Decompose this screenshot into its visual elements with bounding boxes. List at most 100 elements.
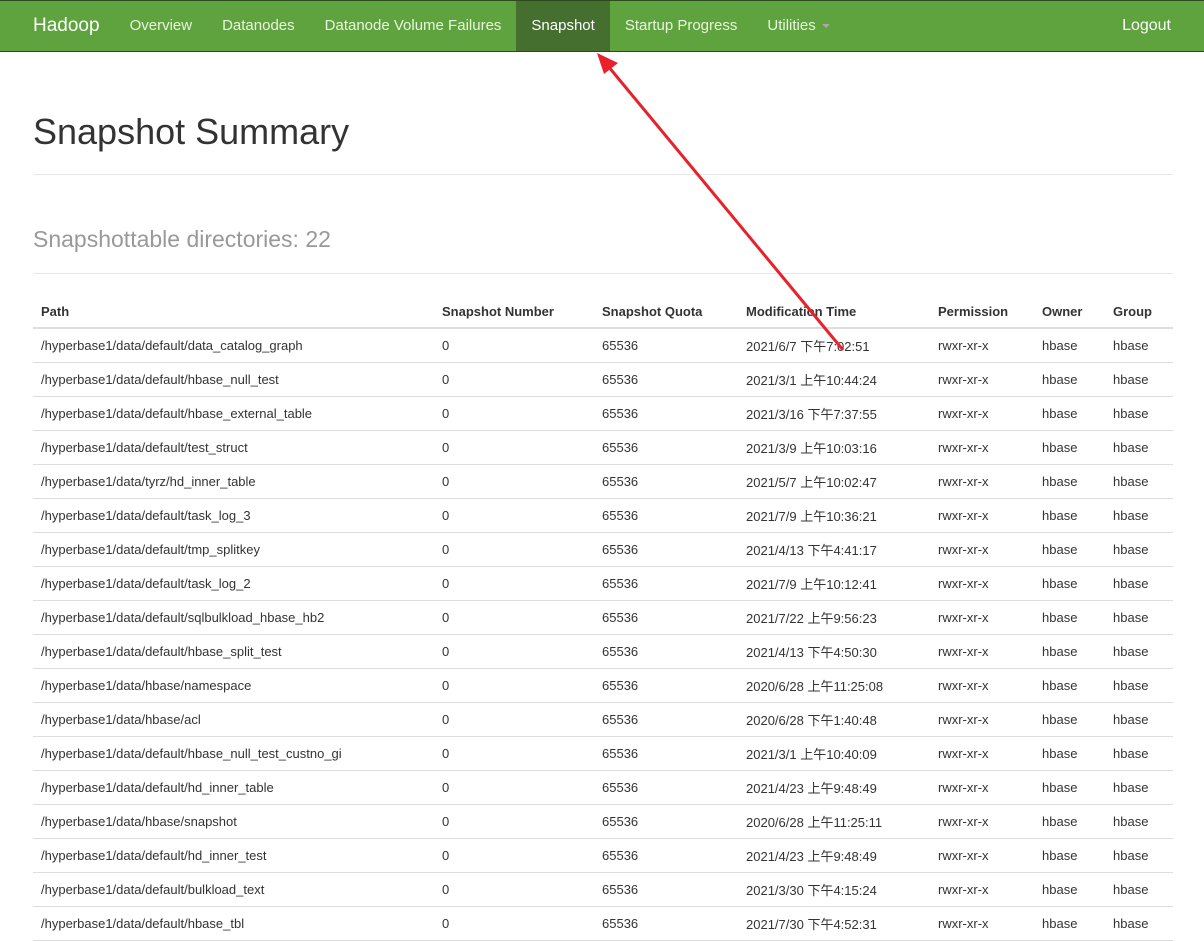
cell-group: hbase [1105, 906, 1173, 941]
cell-modification-time: 2021/4/13 下午4:50:30 [738, 634, 930, 669]
cell-snapshot-number: 0 [434, 532, 594, 567]
cell-path: /hyperbase1/data/hbase/acl [33, 702, 434, 737]
cell-owner: hbase [1034, 736, 1105, 771]
cell-owner: hbase [1034, 566, 1105, 601]
header-snapshot-quota: Snapshot Quota [594, 296, 738, 329]
cell-path: /hyperbase1/data/default/task_log_2 [33, 566, 434, 601]
page-title: Snapshot Summary [33, 111, 350, 152]
cell-snapshot-number: 0 [434, 566, 594, 601]
nav-datanode-volume-failures[interactable]: Datanode Volume Failures [310, 1, 517, 51]
cell-snapshot-quota: 65536 [594, 566, 738, 601]
cell-group: hbase [1105, 498, 1173, 533]
cell-owner: hbase [1034, 906, 1105, 941]
cell-group: hbase [1105, 770, 1173, 805]
cell-owner: hbase [1034, 362, 1105, 397]
cell-group: hbase [1105, 600, 1173, 635]
nav-overview[interactable]: Overview [115, 1, 208, 51]
cell-snapshot-quota: 65536 [594, 702, 738, 737]
cell-snapshot-number: 0 [434, 396, 594, 431]
cell-modification-time: 2021/3/16 下午7:37:55 [738, 396, 930, 431]
cell-snapshot-number: 0 [434, 464, 594, 499]
cell-permission: rwxr-xr-x [930, 600, 1034, 635]
header-permission: Permission [930, 296, 1034, 329]
cell-snapshot-number: 0 [434, 906, 594, 941]
cell-modification-time: 2021/4/23 上午9:48:49 [738, 838, 930, 873]
cell-snapshot-number: 0 [434, 702, 594, 737]
cell-snapshot-quota: 65536 [594, 736, 738, 771]
nav-utilities-dropdown[interactable]: Utilities [752, 1, 844, 51]
cell-path: /hyperbase1/data/default/task_log_3 [33, 498, 434, 533]
nav-snapshot[interactable]: Snapshot [516, 1, 610, 51]
cell-permission: rwxr-xr-x [930, 634, 1034, 669]
header-snapshot-number: Snapshot Number [434, 296, 594, 329]
cell-snapshot-quota: 65536 [594, 396, 738, 431]
cell-path: /hyperbase1/data/default/hd_inner_table [33, 770, 434, 805]
cell-permission: rwxr-xr-x [930, 464, 1034, 499]
table-row: /hyperbase1/data/default/data_catalog_gr… [33, 328, 1173, 363]
cell-modification-time: 2021/4/13 下午4:41:17 [738, 532, 930, 567]
cell-owner: hbase [1034, 770, 1105, 805]
table-row: /hyperbase1/data/tyrz/hd_inner_table 0 655… [33, 464, 1173, 499]
cell-modification-time: 2020/6/28 下午1:40:48 [738, 702, 930, 737]
cell-permission: rwxr-xr-x [930, 498, 1034, 533]
cell-modification-time: 2020/6/28 上午11:25:11 [738, 804, 930, 839]
cell-modification-time: 2021/3/9 上午10:03:16 [738, 430, 930, 465]
cell-owner: hbase [1034, 668, 1105, 703]
header-group: Group [1105, 296, 1173, 329]
cell-snapshot-quota: 65536 [594, 430, 738, 465]
cell-snapshot-quota: 65536 [594, 362, 738, 397]
nav-datanodes[interactable]: Datanodes [207, 1, 310, 51]
cell-modification-time: 2021/3/1 上午10:40:09 [738, 736, 930, 771]
cell-path: /hyperbase1/data/default/bulkload_text [33, 872, 434, 907]
cell-path: /hyperbase1/data/default/hbase_null_test… [33, 736, 434, 771]
cell-permission: rwxr-xr-x [930, 804, 1034, 839]
brand-logo[interactable]: Hadoop [0, 1, 115, 51]
table-row: /hyperbase1/data/default/bulkload_text 0 6… [33, 872, 1173, 907]
table-row: /hyperbase1/data/hbase/snapshot 0 65536 202… [33, 804, 1173, 839]
cell-modification-time: 2021/4/23 上午9:48:49 [738, 770, 930, 805]
cell-snapshot-number: 0 [434, 634, 594, 669]
cell-path: /hyperbase1/data/default/test_struct [33, 430, 434, 465]
cell-owner: hbase [1034, 838, 1105, 873]
cell-modification-time: 2021/3/1 上午10:44:24 [738, 362, 930, 397]
cell-snapshot-quota: 65536 [594, 498, 738, 533]
cell-snapshot-number: 0 [434, 668, 594, 703]
cell-path: /hyperbase1/data/hbase/namespace [33, 668, 434, 703]
table-row: /hyperbase1/data/default/tmp_splitkey 0 65… [33, 532, 1173, 567]
cell-snapshot-number: 0 [434, 770, 594, 805]
nav-startup-progress[interactable]: Startup Progress [610, 1, 753, 51]
snapshottable-count: Snapshottable directories: 22 [33, 226, 331, 252]
cell-modification-time: 2021/7/22 上午9:56:23 [738, 600, 930, 635]
cell-group: hbase [1105, 566, 1173, 601]
cell-modification-time: 2021/3/30 下午4:15:24 [738, 872, 930, 907]
table-row: /hyperbase1/data/hbase/acl 0 65536 2020/6/2… [33, 702, 1173, 737]
cell-group: hbase [1105, 532, 1173, 567]
cell-snapshot-quota: 65536 [594, 804, 738, 839]
table-row: /hyperbase1/data/default/test_struct 0 655… [33, 430, 1173, 465]
cell-snapshot-number: 0 [434, 328, 594, 363]
cell-snapshot-quota: 65536 [594, 838, 738, 873]
cell-path: /hyperbase1/data/default/hbase_external_… [33, 396, 434, 431]
cell-group: hbase [1105, 396, 1173, 431]
table-row: /hyperbase1/data/default/hd_inner_table 0… [33, 770, 1173, 805]
top-navbar: Hadoop Overview Datanodes Datanode Volum… [0, 0, 1204, 52]
cell-path: /hyperbase1/data/default/sqlbulkload_hba… [33, 600, 434, 635]
cell-path: /hyperbase1/data/default/data_catalog_gr… [33, 328, 434, 363]
cell-owner: hbase [1034, 804, 1105, 839]
cell-group: hbase [1105, 430, 1173, 465]
cell-modification-time: 2021/7/9 上午10:12:41 [738, 566, 930, 601]
cell-owner: hbase [1034, 634, 1105, 669]
cell-owner: hbase [1034, 702, 1105, 737]
table-row: /hyperbase1/data/default/hbase_external_… [33, 396, 1173, 431]
cell-owner: hbase [1034, 532, 1105, 567]
header-owner: Owner [1034, 296, 1105, 329]
logout-button[interactable]: Logout [1107, 1, 1204, 51]
cell-permission: rwxr-xr-x [930, 566, 1034, 601]
cell-group: hbase [1105, 362, 1173, 397]
cell-permission: rwxr-xr-x [930, 396, 1034, 431]
cell-group: hbase [1105, 872, 1173, 907]
cell-path: /hyperbase1/data/default/tmp_splitkey [33, 532, 434, 567]
cell-snapshot-number: 0 [434, 600, 594, 635]
cell-path: /hyperbase1/data/tyrz/hd_inner_table [33, 464, 434, 499]
